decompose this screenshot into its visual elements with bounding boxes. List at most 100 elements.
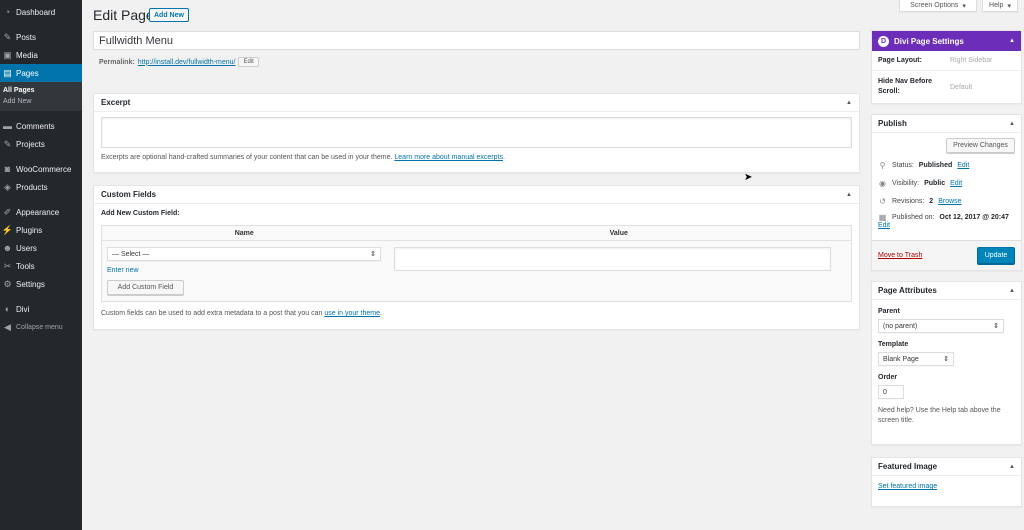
publish-box: Publish ▲ Preview Changes ⚲ Status: Publis…	[871, 114, 1022, 271]
col-value-header: Value	[386, 225, 852, 241]
move-to-trash-link[interactable]: Move to Trash	[878, 252, 922, 259]
page-attributes-title: Page Attributes	[878, 286, 937, 295]
permalink-row: Permalink: http://install.dev/fullwidth-…	[99, 57, 259, 67]
sidebar-item-woocommerce[interactable]: ◙ WooCommerce	[0, 160, 82, 178]
sidebar-item-posts[interactable]: ✎ Posts	[0, 28, 82, 46]
custom-fields-header[interactable]: Custom Fields ▲	[94, 186, 859, 204]
template-select[interactable]: Blank Page ⇕	[878, 352, 954, 366]
pin-icon: ✎	[3, 138, 12, 149]
collapse-arrow-icon[interactable]: ▲	[1009, 121, 1015, 127]
collapse-arrow-icon[interactable]: ▲	[1009, 288, 1015, 294]
custom-fields-title: Custom Fields	[101, 190, 157, 199]
screen-options-button[interactable]: Screen Options ▾	[899, 0, 977, 12]
page-attributes-header[interactable]: Page Attributes ▲	[872, 282, 1021, 300]
hide-nav-label: Hide Nav Before Scroll:	[878, 78, 933, 95]
page-layout-select[interactable]: Right Sidebar	[950, 57, 1015, 64]
enter-new-link[interactable]: Enter new	[107, 267, 382, 274]
pin-icon: ✎	[3, 31, 12, 42]
select-arrows-icon: ⇕	[370, 251, 376, 258]
custom-field-key-select[interactable]: — Select — ⇕	[107, 247, 381, 261]
parent-label: Parent	[878, 308, 900, 315]
edit-date-link[interactable]: Edit	[878, 222, 890, 229]
custom-fields-help-end: .	[380, 310, 382, 317]
browse-revisions-link[interactable]: Browse	[938, 198, 961, 205]
sidebar-item-dashboard[interactable]: ◔ Dashboard	[0, 3, 82, 21]
eye-icon: ◉	[879, 178, 886, 188]
revisions-icon: ↺	[879, 196, 886, 206]
collapse-arrow-icon[interactable]: ▲	[846, 100, 852, 106]
revisions-value: 2	[929, 197, 934, 205]
custom-field-value-textarea[interactable]	[393, 247, 831, 271]
sidebar-item-products[interactable]: ◈ Products	[0, 178, 82, 196]
set-featured-image-link[interactable]: Set featured image	[878, 483, 937, 490]
preview-changes-button[interactable]: Preview Changes	[946, 138, 1015, 153]
parent-select[interactable]: (no parent) ⇕	[878, 319, 1004, 333]
col-name-header: Name	[101, 225, 387, 241]
submenu-all-pages[interactable]: All Pages	[0, 85, 82, 96]
collapse-arrow-icon[interactable]: ▲	[846, 192, 852, 198]
wrench-icon: ✂	[3, 260, 12, 271]
sidebar-item-plugins[interactable]: ⚡ Plugins	[0, 221, 82, 239]
status-value: Published	[918, 161, 953, 169]
divi-icon: ◐	[4, 304, 11, 314]
excerpt-box: Excerpt ▲ Excerpts are optional hand-cra…	[93, 93, 860, 173]
sidebar-item-media[interactable]: ▣ Media	[0, 46, 82, 64]
divi-settings-header[interactable]: D Divi Page Settings ▲	[872, 31, 1021, 51]
sidebar-item-projects[interactable]: ✎ Projects	[0, 135, 82, 153]
excerpt-help-end: .	[502, 154, 505, 161]
admin-sidebar: ◔ Dashboard ✎ Posts ▣ Media ▤ Pages All Page…	[0, 0, 82, 530]
permalink-label: Permalink:	[99, 58, 135, 66]
sidebar-item-divi[interactable]: ◐ Divi	[0, 300, 82, 318]
users-icon: ☻	[2, 243, 13, 253]
excerpt-help-text: Excerpts are optional hand-crafted summa…	[101, 154, 393, 161]
page-title: Edit Page	[93, 7, 154, 23]
collapse-icon: ◀	[4, 321, 11, 332]
post-title-input[interactable]: Fullwidth Menu	[93, 31, 860, 50]
publish-title: Publish	[878, 119, 907, 128]
order-input[interactable]: 0	[878, 385, 904, 399]
custom-fields-table: Name Value — Select — ⇕ Enter new Add Cus…	[101, 225, 852, 302]
woocommerce-icon: ◙	[4, 164, 11, 174]
featured-image-title: Featured Image	[878, 462, 938, 471]
sidebar-item-settings[interactable]: ⚙ Settings	[0, 275, 82, 293]
calendar-icon: ▦	[878, 212, 887, 222]
sidebar-item-appearance[interactable]: ✐ Appearance	[0, 203, 82, 221]
divi-settings-box: D Divi Page Settings ▲ Page Layout: Right…	[871, 30, 1022, 104]
plug-icon: ⚡	[1, 224, 14, 235]
sidebar-item-pages[interactable]: ▤ Pages	[0, 64, 82, 82]
collapse-arrow-icon[interactable]: ▲	[1009, 38, 1015, 44]
excerpt-header[interactable]: Excerpt ▲	[94, 94, 859, 112]
page-layout-label: Page Layout:	[878, 56, 922, 64]
featured-image-header[interactable]: Featured Image ▲	[872, 458, 1021, 476]
sidebar-item-tools[interactable]: ✂ Tools	[0, 257, 82, 275]
pin-icon: ⚲	[879, 160, 886, 170]
caret-down-icon: ▾	[962, 2, 966, 10]
hide-nav-select[interactable]: Default	[950, 84, 1015, 91]
update-button[interactable]: Update	[977, 247, 1015, 264]
collapse-menu-button[interactable]: ◀ Collapse menu	[0, 318, 82, 336]
edit-status-link[interactable]: Edit	[957, 162, 969, 169]
select-arrows-icon: ⇕	[943, 356, 949, 363]
divi-settings-title: Divi Page Settings	[894, 36, 964, 46]
excerpt-title: Excerpt	[101, 98, 131, 107]
add-custom-field-button[interactable]: Add Custom Field	[107, 280, 184, 295]
excerpt-learn-more-link[interactable]: Learn more about manual excerpts	[394, 154, 503, 161]
collapse-arrow-icon[interactable]: ▲	[1009, 464, 1015, 470]
brush-icon: ✐	[3, 206, 12, 217]
sidebar-item-users[interactable]: ☻ Users	[0, 239, 82, 257]
submenu-add-new[interactable]: Add New	[0, 96, 82, 107]
excerpt-textarea[interactable]	[101, 117, 852, 148]
visibility-value: Public	[924, 179, 946, 187]
settings-icon: ⚙	[3, 278, 12, 289]
use-in-theme-link[interactable]: use in your theme	[324, 310, 380, 317]
add-new-button[interactable]: Add New	[149, 8, 189, 22]
help-button[interactable]: Help ▾	[982, 0, 1018, 12]
pages-icon: ▤	[3, 67, 12, 78]
edit-visibility-link[interactable]: Edit	[950, 180, 962, 187]
edit-permalink-button[interactable]: Edit	[238, 57, 259, 67]
publish-header[interactable]: Publish ▲	[872, 115, 1021, 133]
comment-icon: ▬	[3, 121, 12, 131]
mouse-cursor-icon: ➤	[744, 172, 753, 183]
sidebar-item-comments[interactable]: ▬ Comments	[0, 117, 82, 135]
permalink-link[interactable]: http://install.dev/fullwidth-menu/	[138, 59, 236, 66]
